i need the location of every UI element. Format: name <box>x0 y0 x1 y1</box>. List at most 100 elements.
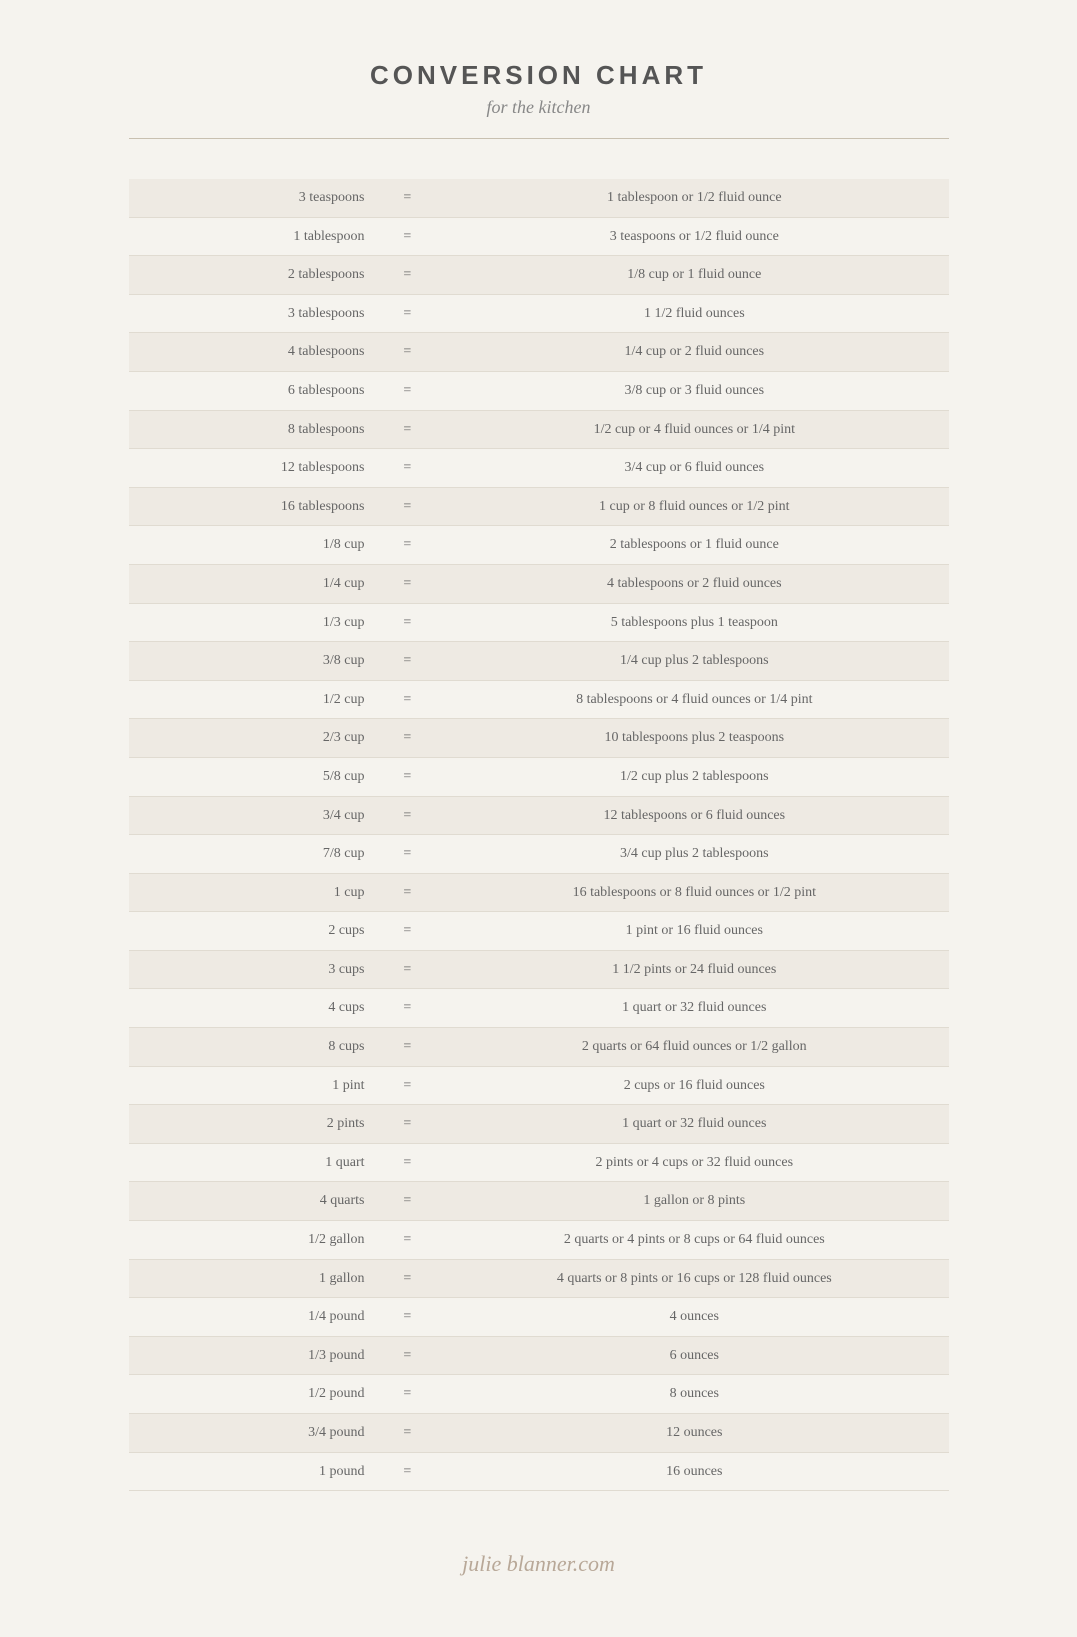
cell-right: 3 teaspoons or 1/2 fluid ounce <box>440 217 948 256</box>
table-row: 2 cups=1 pint or 16 fluid ounces <box>129 912 949 951</box>
cell-left: 8 tablespoons <box>129 410 375 449</box>
table-row: 3/4 pound=12 ounces <box>129 1414 949 1453</box>
cell-equals: = <box>375 564 441 603</box>
cell-right: 12 ounces <box>440 1414 948 1453</box>
cell-right: 1 pint or 16 fluid ounces <box>440 912 948 951</box>
table-row: 1 quart=2 pints or 4 cups or 32 fluid ou… <box>129 1143 949 1182</box>
table-row: 1/3 cup=5 tablespoons plus 1 teaspoon <box>129 603 949 642</box>
cell-equals: = <box>375 179 441 217</box>
cell-left: 1/3 pound <box>129 1336 375 1375</box>
cell-equals: = <box>375 603 441 642</box>
cell-equals: = <box>375 526 441 565</box>
cell-right: 16 ounces <box>440 1452 948 1491</box>
table-row: 1/2 pound=8 ounces <box>129 1375 949 1414</box>
cell-left: 4 tablespoons <box>129 333 375 372</box>
cell-left: 2/3 cup <box>129 719 375 758</box>
cell-right: 1/4 cup or 2 fluid ounces <box>440 333 948 372</box>
cell-right: 1/4 cup plus 2 tablespoons <box>440 642 948 681</box>
table-row: 8 tablespoons=1/2 cup or 4 fluid ounces … <box>129 410 949 449</box>
table-row: 1/4 cup=4 tablespoons or 2 fluid ounces <box>129 564 949 603</box>
cell-equals: = <box>375 1452 441 1491</box>
cell-left: 12 tablespoons <box>129 449 375 488</box>
table-row: 3/4 cup=12 tablespoons or 6 fluid ounces <box>129 796 949 835</box>
cell-equals: = <box>375 950 441 989</box>
cell-left: 4 quarts <box>129 1182 375 1221</box>
table-row: 2 pints=1 quart or 32 fluid ounces <box>129 1105 949 1144</box>
cell-right: 2 quarts or 4 pints or 8 cups or 64 flui… <box>440 1221 948 1260</box>
cell-left: 1/2 cup <box>129 680 375 719</box>
cell-left: 1/8 cup <box>129 526 375 565</box>
cell-equals: = <box>375 256 441 295</box>
cell-equals: = <box>375 757 441 796</box>
table-row: 1 gallon=4 quarts or 8 pints or 16 cups … <box>129 1259 949 1298</box>
cell-left: 3/8 cup <box>129 642 375 681</box>
cell-equals: = <box>375 217 441 256</box>
cell-left: 2 pints <box>129 1105 375 1144</box>
cell-right: 5 tablespoons plus 1 teaspoon <box>440 603 948 642</box>
cell-equals: = <box>375 1066 441 1105</box>
table-row: 1/2 gallon=2 quarts or 4 pints or 8 cups… <box>129 1221 949 1260</box>
cell-right: 3/4 cup plus 2 tablespoons <box>440 835 948 874</box>
cell-left: 3/4 cup <box>129 796 375 835</box>
table-row: 3 tablespoons=1 1/2 fluid ounces <box>129 294 949 333</box>
table-row: 1 pint=2 cups or 16 fluid ounces <box>129 1066 949 1105</box>
cell-right: 1/2 cup or 4 fluid ounces or 1/4 pint <box>440 410 948 449</box>
cell-right: 1 quart or 32 fluid ounces <box>440 1105 948 1144</box>
cell-left: 1/2 gallon <box>129 1221 375 1260</box>
cell-equals: = <box>375 1414 441 1453</box>
cell-equals: = <box>375 449 441 488</box>
cell-left: 6 tablespoons <box>129 371 375 410</box>
cell-right: 8 tablespoons or 4 fluid ounces or 1/4 p… <box>440 680 948 719</box>
cell-left: 1 gallon <box>129 1259 375 1298</box>
cell-left: 3 tablespoons <box>129 294 375 333</box>
table-row: 1/4 pound=4 ounces <box>129 1298 949 1337</box>
cell-left: 1 pound <box>129 1452 375 1491</box>
page-container: CONVERSION CHART for the kitchen 3 teasp… <box>89 0 989 1637</box>
table-row: 1 tablespoon=3 teaspoons or 1/2 fluid ou… <box>129 217 949 256</box>
table-row: 2/3 cup=10 tablespoons plus 2 teaspoons <box>129 719 949 758</box>
cell-equals: = <box>375 719 441 758</box>
cell-left: 4 cups <box>129 989 375 1028</box>
cell-left: 1 tablespoon <box>129 217 375 256</box>
cell-right: 1 1/2 fluid ounces <box>440 294 948 333</box>
cell-right: 10 tablespoons plus 2 teaspoons <box>440 719 948 758</box>
cell-right: 1 cup or 8 fluid ounces or 1/2 pint <box>440 487 948 526</box>
table-row: 7/8 cup=3/4 cup plus 2 tablespoons <box>129 835 949 874</box>
subtitle: for the kitchen <box>129 97 949 118</box>
cell-equals: = <box>375 1143 441 1182</box>
cell-right: 1 tablespoon or 1/2 fluid ounce <box>440 179 948 217</box>
cell-left: 1 cup <box>129 873 375 912</box>
table-row: 3/8 cup=1/4 cup plus 2 tablespoons <box>129 642 949 681</box>
cell-equals: = <box>375 294 441 333</box>
table-row: 1/2 cup=8 tablespoons or 4 fluid ounces … <box>129 680 949 719</box>
cell-equals: = <box>375 989 441 1028</box>
cell-equals: = <box>375 1375 441 1414</box>
page-footer: julie blanner.com <box>129 1531 949 1577</box>
cell-equals: = <box>375 912 441 951</box>
cell-equals: = <box>375 371 441 410</box>
table-row: 16 tablespoons=1 cup or 8 fluid ounces o… <box>129 487 949 526</box>
cell-equals: = <box>375 1182 441 1221</box>
cell-equals: = <box>375 1259 441 1298</box>
table-row: 6 tablespoons=3/8 cup or 3 fluid ounces <box>129 371 949 410</box>
table-row: 3 cups=1 1/2 pints or 24 fluid ounces <box>129 950 949 989</box>
cell-left: 16 tablespoons <box>129 487 375 526</box>
cell-equals: = <box>375 680 441 719</box>
cell-left: 1/4 cup <box>129 564 375 603</box>
cell-left: 8 cups <box>129 1028 375 1067</box>
table-row: 1/3 pound=6 ounces <box>129 1336 949 1375</box>
cell-right: 1 quart or 32 fluid ounces <box>440 989 948 1028</box>
conversion-table: 3 teaspoons=1 tablespoon or 1/2 fluid ou… <box>129 179 949 1491</box>
table-row: 4 cups=1 quart or 32 fluid ounces <box>129 989 949 1028</box>
footer-script: julie blanner.com <box>129 1551 949 1577</box>
cell-right: 4 tablespoons or 2 fluid ounces <box>440 564 948 603</box>
table-row: 8 cups=2 quarts or 64 fluid ounces or 1/… <box>129 1028 949 1067</box>
cell-right: 1/2 cup plus 2 tablespoons <box>440 757 948 796</box>
cell-left: 1/2 pound <box>129 1375 375 1414</box>
cell-equals: = <box>375 1336 441 1375</box>
cell-left: 1/4 pound <box>129 1298 375 1337</box>
cell-equals: = <box>375 1028 441 1067</box>
cell-right: 2 quarts or 64 fluid ounces or 1/2 gallo… <box>440 1028 948 1067</box>
cell-right: 1/8 cup or 1 fluid ounce <box>440 256 948 295</box>
table-row: 4 quarts=1 gallon or 8 pints <box>129 1182 949 1221</box>
